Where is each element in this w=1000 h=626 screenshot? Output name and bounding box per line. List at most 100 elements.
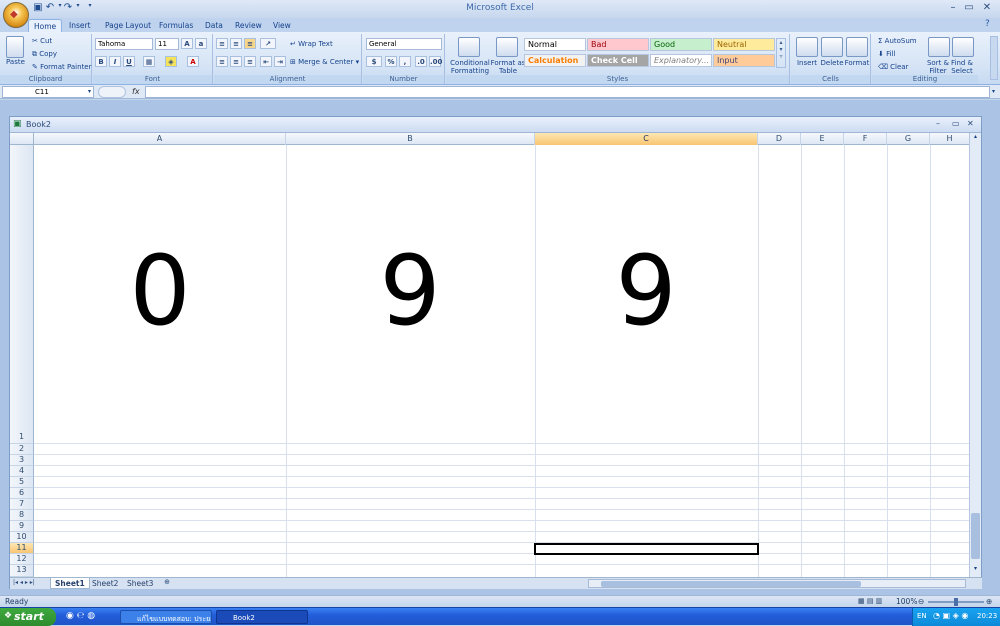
cell-style-input[interactable]: Input [713,54,775,67]
row-header-10[interactable]: 10 [10,532,34,543]
quicklaunch-icons[interactable]: ◉ ℮ ◍ [66,611,95,621]
minimize-icon[interactable]: – [946,2,960,14]
office-button[interactable]: ◆ [3,2,29,28]
clear-button[interactable]: ⌫ Clear [878,63,908,71]
close-icon[interactable]: ✕ [980,2,994,14]
format-as-table-button[interactable]: Format as Table [488,59,528,75]
cell-style-check-cell[interactable]: Check Cell [587,54,649,67]
row-header-7[interactable]: 7 [10,499,34,510]
fill-color-icon[interactable]: ◈ [165,56,177,67]
column-header-h[interactable]: H [930,133,970,145]
increase-indent-icon[interactable]: ⇥ [274,56,286,67]
format-cells-button[interactable]: Format [837,59,877,67]
formula-bar-handle[interactable] [98,86,126,98]
cell-style-neutral[interactable]: Neutral [713,38,775,51]
currency-icon[interactable]: $ [366,56,382,67]
expand-formula-icon[interactable]: ▾ [992,88,995,95]
row-header-8[interactable]: 8 [10,510,34,521]
number-format-select[interactable]: General [366,38,442,50]
horizontal-scrollbar[interactable] [588,579,966,588]
zoom-in-icon[interactable]: ⊕ [986,597,992,606]
vertical-scrollbar[interactable]: ▴ ▾ [969,133,981,577]
taskbar-item-book2[interactable]: Book2 [216,610,308,624]
autosum-button[interactable]: Σ AutoSum [878,37,917,45]
row-header-6[interactable]: 6 [10,488,34,499]
ribbon-scroll[interactable] [990,36,998,80]
orientation-icon[interactable]: ↗ [260,38,276,49]
taskbar-item-browser[interactable]: แก้ไขแบบทดสอบ: ประยะ... [120,610,212,624]
tab-home[interactable]: Home [28,19,63,32]
sheet-tab-sheet1[interactable]: Sheet1 [50,578,90,589]
comma-icon[interactable]: , [399,56,411,67]
language-indicator[interactable]: EN [917,612,927,620]
row-header-5[interactable]: 5 [10,477,34,488]
cell-a1[interactable]: 0 [80,235,240,347]
tab-view[interactable]: View [268,19,296,32]
italic-icon[interactable]: I [109,56,121,67]
zoom-level[interactable]: 100% [896,597,917,606]
tab-formulas[interactable]: Formulas [154,19,198,32]
help-icon[interactable]: ? [985,19,990,29]
gallery-scroll-icon[interactable]: ▴ ▾ ▿ [776,38,786,68]
paste-icon[interactable] [6,36,24,58]
column-header-c[interactable]: C [535,133,758,145]
cell-style-normal[interactable]: Normal [524,38,586,51]
format-painter-button[interactable]: ✎ Format Painter [32,63,92,71]
row-header-13[interactable]: 13 [10,565,34,577]
merge-center-button[interactable]: ⊞ Merge & Center ▾ [290,58,359,66]
bold-icon[interactable]: B [95,56,107,67]
cell-b1[interactable]: 9 [330,235,490,347]
row-header-3[interactable]: 3 [10,455,34,466]
book-close-icon[interactable]: ✕ [967,119,974,128]
format-cells-icon[interactable] [846,37,868,57]
cell-style-explanatory[interactable]: Explanatory... [650,54,712,67]
tab-page-layout[interactable]: Page Layout [100,19,156,32]
cell-c1[interactable]: 9 [566,235,726,347]
font-size-select[interactable]: 11 [155,38,179,50]
redo-dropdown-icon[interactable]: ▾ [72,2,84,14]
sheet-nav-icons[interactable]: |◂ ◂ ▸ ▸| [13,579,35,586]
middle-align-icon[interactable]: ≡ [230,38,242,49]
restore-icon[interactable]: ▭ [962,2,976,14]
row-header-12[interactable]: 12 [10,554,34,565]
tray-icons[interactable]: ◔ ▣ ◈ ◉ [933,611,968,620]
cell-style-bad[interactable]: Bad [587,38,649,51]
font-color-icon[interactable]: A [187,56,199,67]
grow-font-icon[interactable]: A [181,38,193,49]
wrap-text-button[interactable]: ↵ Wrap Text [290,40,333,48]
sheet-tab-sheet3[interactable]: Sheet3 [123,578,157,589]
column-header-a[interactable]: A [34,133,286,145]
decrease-indent-icon[interactable]: ⇤ [260,56,272,67]
vertical-scroll-thumb[interactable] [971,513,980,559]
insert-function-icon[interactable]: fx [132,87,144,97]
book-restore-icon[interactable]: ▭ [952,119,960,128]
row-header-1[interactable]: 1 [10,145,34,444]
align-left-icon[interactable]: ≡ [216,56,228,67]
save-icon[interactable]: ▣ [32,2,44,14]
sort-filter-icon[interactable] [928,37,950,57]
view-buttons-icon[interactable]: ▦ ▤ ▥ [858,597,882,605]
underline-icon[interactable]: U [123,56,135,67]
customize-qat-icon[interactable]: ▾ [84,2,96,14]
insert-cells-icon[interactable] [796,37,818,57]
row-header-4[interactable]: 4 [10,466,34,477]
align-center-icon[interactable]: ≡ [230,56,242,67]
worksheet-grid[interactable]: 1 2 3 4 5 6 7 8 9 10 11 12 13 0 9 9 [10,145,970,577]
percent-icon[interactable]: % [385,56,397,67]
name-box-dropdown-icon[interactable]: ▾ [88,88,91,95]
row-header-2[interactable]: 2 [10,444,34,455]
column-header-g[interactable]: G [887,133,930,145]
font-name-select[interactable]: Tahoma [95,38,153,50]
sheet-tab-sheet2[interactable]: Sheet2 [88,578,122,589]
select-all-button[interactable] [10,133,34,145]
formula-input[interactable] [145,86,990,98]
delete-cells-icon[interactable] [821,37,843,57]
conditional-formatting-icon[interactable] [458,37,480,57]
row-header-9[interactable]: 9 [10,521,34,532]
cell-style-calculation[interactable]: Calculation [524,54,586,67]
name-box[interactable]: C11 [2,86,94,98]
format-as-table-icon[interactable] [496,37,518,57]
active-cell-c11[interactable] [534,543,759,555]
conditional-formatting-button[interactable]: Conditional Formatting [448,59,492,75]
cut-button[interactable]: ✂ Cut [32,37,52,45]
